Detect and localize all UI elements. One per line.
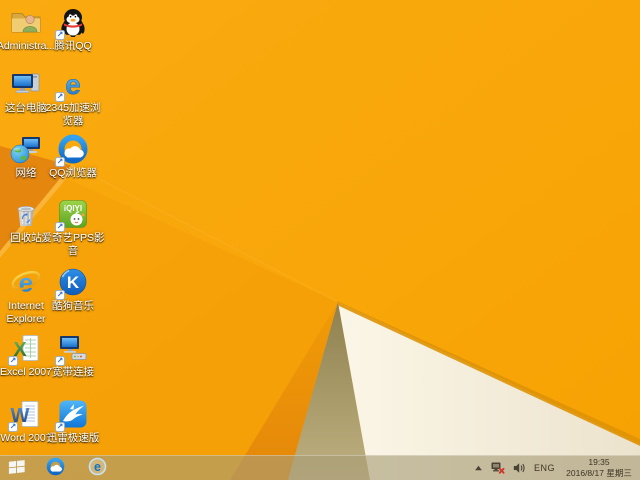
kugou-k-glyph: K bbox=[67, 273, 80, 292]
clock-date: 2016/8/17 星期三 bbox=[566, 468, 632, 478]
qq-browser-icon bbox=[46, 457, 65, 479]
icon-label: 迅雷极速版 bbox=[46, 432, 100, 444]
clock-time: 19:35 bbox=[588, 457, 610, 468]
start-button[interactable] bbox=[0, 456, 34, 480]
2345-browser-icon: e bbox=[88, 457, 107, 479]
shortcut-arrow-overlay: ↗ bbox=[8, 356, 18, 366]
icon-label: Internet Explorer bbox=[6, 300, 46, 325]
desktop-icon-tencent-qq[interactable]: ↗ 腾讯QQ bbox=[41, 6, 105, 53]
kugou-music-icon: K ↗ bbox=[55, 266, 89, 300]
desktop-icon-kugou-music[interactable]: K ↗ 酷狗音乐 bbox=[41, 266, 105, 313]
icon-label: 酷狗音乐 bbox=[52, 300, 94, 312]
taskbar-qq-browser-button[interactable] bbox=[34, 456, 76, 480]
desktop-icon-qq-browser[interactable]: ↗ QQ浏览器 bbox=[41, 133, 105, 180]
shortcut-arrow-overlay: ↗ bbox=[55, 290, 65, 300]
broadband-connection-icon: ↗ bbox=[55, 332, 89, 366]
user-folder-icon bbox=[10, 6, 42, 38]
xunlei-bird-icon: ↗ bbox=[55, 398, 89, 432]
shortcut-arrow-overlay: ↗ bbox=[55, 422, 65, 432]
iqiyi-glyph: iQIYI bbox=[64, 204, 82, 213]
volume-icon[interactable] bbox=[513, 462, 526, 474]
language-indicator[interactable]: ENG bbox=[534, 463, 555, 473]
desktop-icon-iqiyi-pps[interactable]: iQIYI ↗ 爱奇艺PPS影 音 bbox=[41, 198, 105, 257]
iqiyi-pps-icon: iQIYI ↗ bbox=[55, 198, 89, 232]
qq-browser-icon: ↗ bbox=[55, 133, 89, 167]
shortcut-arrow-overlay: ↗ bbox=[8, 422, 18, 432]
icon-label: QQ浏览器 bbox=[49, 167, 97, 179]
icon-label: 网络 bbox=[15, 167, 37, 179]
desktop-icon-broadband[interactable]: ↗ 宽带连接 bbox=[41, 332, 105, 379]
icon-label: 腾讯QQ bbox=[54, 40, 92, 52]
network-icon bbox=[10, 133, 42, 165]
internet-explorer-icon: e bbox=[10, 266, 42, 298]
e-glyph: e bbox=[94, 460, 101, 474]
word-icon: W ↗ bbox=[8, 398, 42, 432]
taskbar: e ENG 19:35 2016/8/17 星期三 bbox=[0, 455, 640, 480]
this-pc-icon bbox=[10, 68, 42, 100]
system-tray: ENG 19:35 2016/8/17 星期三 bbox=[474, 456, 640, 480]
shortcut-arrow-overlay: ↗ bbox=[55, 30, 65, 40]
shortcut-arrow-overlay: ↗ bbox=[55, 92, 65, 102]
taskbar-2345-browser-button[interactable]: e bbox=[76, 456, 118, 480]
icon-label: 爱奇艺PPS影 音 bbox=[41, 232, 105, 257]
windows-logo-icon bbox=[8, 459, 26, 478]
2345-browser-icon: e ↗ bbox=[55, 68, 89, 102]
desktop-icon-xunlei[interactable]: ↗ 迅雷极速版 bbox=[41, 398, 105, 445]
e-glyph: e bbox=[65, 69, 81, 100]
tray-expand-button[interactable] bbox=[474, 464, 483, 472]
shortcut-arrow-overlay: ↗ bbox=[55, 157, 65, 167]
network-status-icon[interactable] bbox=[491, 462, 505, 474]
excel-icon: X ↗ bbox=[8, 332, 42, 366]
icon-label: 回收站 bbox=[10, 232, 42, 244]
clock[interactable]: 19:35 2016/8/17 星期三 bbox=[563, 457, 635, 478]
desktop[interactable]: Administra... ↗ 腾讯QQ 这台电脑 e ↗ 2345加速浏 览器… bbox=[0, 0, 640, 480]
icon-label: 2345加速浏 览器 bbox=[45, 102, 101, 127]
desktop-icon-2345-browser[interactable]: e ↗ 2345加速浏 览器 bbox=[41, 68, 105, 127]
shortcut-arrow-overlay: ↗ bbox=[55, 222, 65, 232]
recycle-bin-icon bbox=[10, 198, 42, 230]
qq-penguin-icon: ↗ bbox=[55, 6, 89, 40]
shortcut-arrow-overlay: ↗ bbox=[55, 356, 65, 366]
icon-label: 宽带连接 bbox=[52, 366, 94, 378]
